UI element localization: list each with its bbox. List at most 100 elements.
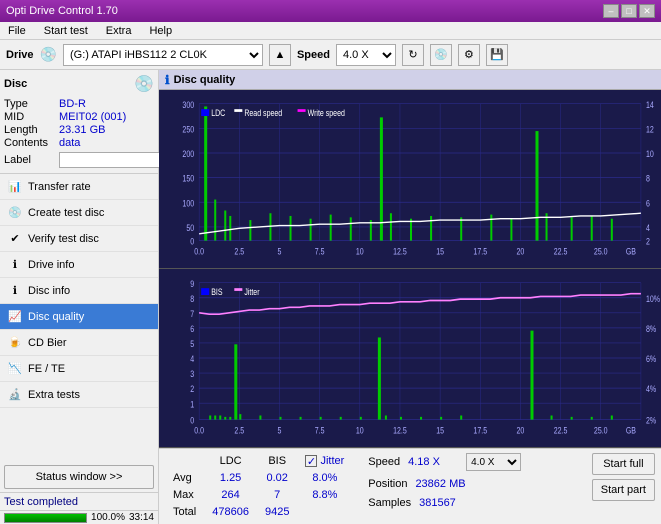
sidebar-item-cd-bier[interactable]: 🍺 CD Bier: [0, 330, 158, 356]
max-row-label: Max: [165, 487, 204, 504]
ldc-avg-value: 1.25: [204, 470, 257, 487]
svg-text:6: 6: [646, 197, 650, 208]
svg-text:250: 250: [182, 123, 194, 134]
disc-button[interactable]: 💿: [430, 44, 452, 66]
svg-text:GB: GB: [626, 245, 636, 256]
sidebar-item-drive-info[interactable]: ℹ Drive info: [0, 252, 158, 278]
svg-text:10: 10: [356, 245, 364, 256]
svg-text:0.0: 0.0: [194, 245, 204, 256]
drive-select[interactable]: (G:) ATAPI iHBS112 2 CL0K: [63, 44, 263, 66]
bis-chart: 0 1 2 3 4 5 6 7 8 9 2% 4% 6% 8% 10%: [159, 269, 661, 447]
sidebar-progress-pct: 100.0%: [91, 512, 125, 523]
length-value: 23.31 GB: [59, 124, 105, 136]
svg-text:2.5: 2.5: [234, 424, 244, 435]
disc-section-title: Disc: [4, 78, 27, 90]
bis-avg-value: 0.02: [257, 470, 297, 487]
jitter-max-value: 8.8%: [297, 487, 352, 504]
sidebar-item-extra-tests[interactable]: 🔬 Extra tests: [0, 382, 158, 408]
main-area: Disc 💿 Type BD-R MID MEIT02 (001) Length…: [0, 70, 661, 524]
position-value: 23862 MB: [415, 478, 465, 490]
progress-status: Test completed: [4, 496, 78, 508]
menu-bar: File Start test Extra Help: [0, 22, 661, 40]
close-button[interactable]: ✕: [639, 4, 655, 18]
nav-label-cd-bier: CD Bier: [28, 337, 67, 349]
svg-text:8: 8: [646, 173, 650, 184]
menu-help[interactable]: Help: [145, 25, 176, 37]
svg-text:5: 5: [190, 338, 194, 349]
contents-label: Contents: [4, 137, 59, 149]
svg-text:15: 15: [436, 245, 444, 256]
svg-text:0.0: 0.0: [194, 424, 204, 435]
contents-value: data: [59, 137, 80, 149]
nav-list: 📊 Transfer rate 💿 Create test disc ✔ Ver…: [0, 174, 158, 462]
length-label: Length: [4, 124, 59, 136]
jitter-checkbox[interactable]: ✓: [305, 455, 317, 467]
jitter-avg-value: 8.0%: [297, 470, 352, 487]
minimize-button[interactable]: –: [603, 4, 619, 18]
sidebar-item-disc-info[interactable]: ℹ Disc info: [0, 278, 158, 304]
mid-label: MID: [4, 111, 59, 123]
ldc-chart-wrapper: 0 50 100 150 200 250 300 2 4 6 8 10 12 1…: [159, 90, 661, 269]
start-buttons: Start full Start part: [592, 453, 655, 520]
svg-text:17.5: 17.5: [473, 245, 487, 256]
refresh-button[interactable]: ↻: [402, 44, 424, 66]
svg-text:12.5: 12.5: [393, 245, 407, 256]
stats-bar: LDC BIS ✓ Jitter Avg 1.25 0.02 8.0%: [159, 448, 661, 524]
svg-text:4%: 4%: [646, 383, 657, 394]
content-area: ℹ Disc quality: [159, 70, 661, 524]
avg-row-label: Avg: [165, 470, 204, 487]
svg-text:150: 150: [182, 173, 194, 184]
sidebar-item-fe-te[interactable]: 📉 FE / TE: [0, 356, 158, 382]
disc-label-label: Label: [4, 154, 59, 166]
charts-container: 0 50 100 150 200 250 300 2 4 6 8 10 12 1…: [159, 90, 661, 448]
cd-bier-icon: 🍺: [8, 336, 22, 350]
type-value: BD-R: [59, 98, 86, 110]
disc-quality-header-icon: ℹ: [165, 73, 170, 87]
nav-label-verify-test-disc: Verify test disc: [28, 233, 99, 245]
svg-text:300: 300: [182, 99, 194, 110]
jitter-label: Jitter: [320, 455, 344, 467]
maximize-button[interactable]: □: [621, 4, 637, 18]
speed-select[interactable]: 4.0 X: [336, 44, 396, 66]
svg-text:Jitter: Jitter: [244, 286, 259, 297]
svg-text:6: 6: [190, 323, 194, 334]
menu-start-test[interactable]: Start test: [40, 25, 92, 37]
type-label: Type: [4, 98, 59, 110]
status-window-button[interactable]: Status window >>: [4, 465, 154, 489]
svg-text:25.0: 25.0: [594, 245, 608, 256]
drive-toolbar: Drive 💿 (G:) ATAPI iHBS112 2 CL0K ▲ Spee…: [0, 40, 661, 70]
sidebar-item-disc-quality[interactable]: 📈 Disc quality: [0, 304, 158, 330]
svg-text:2: 2: [646, 236, 650, 247]
sidebar-progress-area: Test completed: [0, 492, 158, 510]
svg-text:22.5: 22.5: [554, 245, 568, 256]
svg-text:17.5: 17.5: [473, 424, 487, 435]
position-label: Position: [368, 478, 407, 490]
sidebar-item-verify-test-disc[interactable]: ✔ Verify test disc: [0, 226, 158, 252]
svg-text:Read speed: Read speed: [244, 107, 282, 118]
sidebar-item-transfer-rate[interactable]: 📊 Transfer rate: [0, 174, 158, 200]
sidebar-progress-fill: [5, 514, 86, 522]
svg-text:5: 5: [278, 245, 282, 256]
start-full-button[interactable]: Start full: [592, 453, 655, 475]
start-part-button[interactable]: Start part: [592, 479, 655, 501]
create-test-disc-icon: 💿: [8, 206, 22, 220]
settings-button[interactable]: ⚙: [458, 44, 480, 66]
nav-label-transfer-rate: Transfer rate: [28, 181, 91, 193]
svg-text:BIS: BIS: [211, 286, 223, 297]
speed-select-stats[interactable]: 4.0 X: [466, 453, 521, 471]
sidebar-progress-bar: [4, 513, 87, 523]
menu-file[interactable]: File: [4, 25, 30, 37]
title-bar: Opti Drive Control 1.70 – □ ✕: [0, 0, 661, 22]
eject-button[interactable]: ▲: [269, 44, 291, 66]
svg-text:8%: 8%: [646, 323, 657, 334]
disc-quality-title: Disc quality: [174, 74, 236, 86]
samples-value: 381567: [419, 497, 469, 509]
disc-quality-header: ℹ Disc quality: [159, 70, 661, 90]
bis-max-value: 7: [257, 487, 297, 504]
save-button[interactable]: 💾: [486, 44, 508, 66]
nav-label-disc-quality: Disc quality: [28, 311, 84, 323]
sidebar-item-create-test-disc[interactable]: 💿 Create test disc: [0, 200, 158, 226]
ldc-column-header: LDC: [204, 453, 257, 470]
nav-label-disc-info: Disc info: [28, 285, 70, 297]
menu-extra[interactable]: Extra: [102, 25, 136, 37]
